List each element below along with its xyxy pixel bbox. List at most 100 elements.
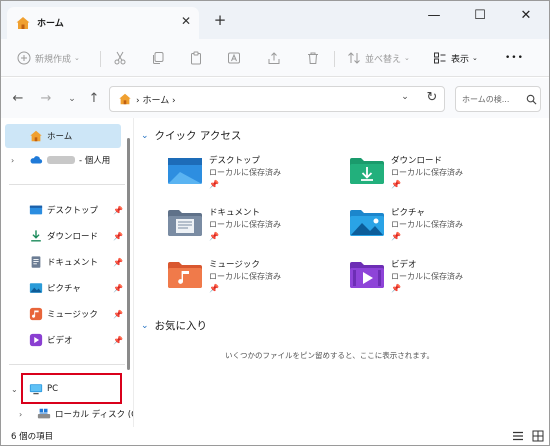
downloads-folder-icon — [350, 158, 384, 184]
divider — [100, 51, 101, 67]
cloud-icon — [30, 156, 43, 164]
sidebar-item-pictures[interactable]: ピクチャ 📌 — [5, 276, 123, 300]
share-icon — [268, 52, 280, 64]
pin-icon: 📌 — [113, 205, 123, 215]
chevron-down-icon[interactable]: ⌄ — [11, 385, 18, 394]
item-name: ピクチャ — [391, 208, 425, 218]
sidebar-item-downloads[interactable]: ダウンロード 📌 — [5, 224, 123, 248]
pin-icon: 📌 — [113, 231, 123, 241]
file-explorer-window: ホーム ✕ + — ☐ ✕ 新規作成 ⌄ 並べ替え ⌄ 表示 ⌄ ••• ← →… — [0, 0, 550, 446]
pictures-folder-icon — [350, 210, 384, 236]
download-icon — [31, 230, 41, 242]
tab-home[interactable]: ホーム ✕ — [7, 7, 199, 39]
sidebar-scrollbar-thumb[interactable] — [127, 138, 130, 370]
sidebar-item-home[interactable]: ホーム — [5, 124, 121, 148]
sidebar-item-label: ピクチャ — [47, 284, 81, 294]
sidebar-item-videos[interactable]: ビデオ 📌 — [5, 328, 123, 352]
videos-folder-icon — [350, 262, 384, 288]
share-button[interactable] — [267, 49, 281, 67]
sidebar-item-local-disk[interactable]: › ローカル ディスク (C — [5, 402, 133, 426]
sidebar-item-label: ダウンロード — [47, 232, 99, 242]
item-status: ローカルに保存済み — [209, 272, 281, 281]
rename-button[interactable] — [227, 49, 241, 67]
maximize-button[interactable]: ☐ — [457, 1, 503, 33]
sidebar-item-music[interactable]: ミュージック 📌 — [5, 302, 123, 326]
favorites-header[interactable]: ⌄ お気に入り — [141, 318, 207, 333]
sort-button[interactable]: 並べ替え ⌄ — [347, 49, 410, 67]
pictures-icon — [29, 283, 43, 293]
view-icon — [434, 52, 446, 64]
search-icon — [526, 94, 537, 105]
divider — [9, 364, 125, 365]
documents-icon — [31, 256, 41, 268]
quick-access-item-desktop[interactable]: デスクトップ ローカルに保存済み 📌 — [167, 154, 337, 200]
up-button[interactable]: ↑ — [85, 91, 103, 107]
new-button[interactable]: 新規作成 ⌄ — [17, 49, 80, 67]
forward-button[interactable]: → — [37, 91, 55, 107]
scissors-icon — [114, 51, 126, 65]
tiles-view-icon[interactable] — [531, 429, 545, 443]
quick-access-item-videos[interactable]: ビデオ ローカルに保存済み 📌 — [349, 258, 519, 304]
item-status: ローカルに保存済み — [391, 272, 463, 281]
cut-button[interactable] — [113, 49, 127, 67]
copy-button[interactable] — [151, 49, 165, 67]
sidebar-item-desktop[interactable]: デスクトップ 📌 — [5, 198, 123, 222]
address-history-chevron-icon[interactable]: ⌄ — [398, 92, 412, 102]
pin-icon: 📌 — [113, 283, 123, 293]
sort-label: 並べ替え — [365, 54, 402, 65]
tab-title: ホーム — [37, 19, 64, 29]
paste-button[interactable] — [189, 49, 203, 67]
breadcrumb[interactable]: › ホーム › — [136, 93, 176, 106]
pin-icon: 📌 — [209, 180, 219, 189]
quick-access-header[interactable]: ⌄ クイック アクセス — [141, 128, 241, 143]
trash-icon — [308, 52, 318, 64]
tab-close-button[interactable]: ✕ — [179, 14, 193, 28]
pin-icon: 📌 — [391, 232, 401, 241]
home-icon — [30, 130, 42, 142]
chevron-right-icon[interactable]: › — [19, 410, 22, 419]
sort-icon — [348, 52, 360, 64]
refresh-icon[interactable]: ↻ — [424, 90, 440, 105]
item-status: ローカルに保存済み — [209, 220, 281, 229]
search-input[interactable]: ホームの検... — [455, 86, 541, 112]
chevron-down-icon: ⌄ — [141, 320, 149, 331]
favorites-empty-message: いくつかのファイルをピン留めすると、ここに表示されます。 — [225, 351, 434, 360]
pin-icon: 📌 — [113, 335, 123, 345]
quick-access-item-documents[interactable]: ドキュメント ローカルに保存済み 📌 — [167, 206, 337, 252]
recent-locations-button[interactable]: ⌄ — [63, 91, 81, 107]
sidebar-item-label: ビデオ — [47, 336, 73, 346]
view-button[interactable]: 表示 ⌄ — [433, 49, 478, 67]
quick-access-item-downloads[interactable]: ダウンロード ローカルに保存済み 📌 — [349, 154, 519, 200]
status-bar: 6 個の項目 — [1, 427, 549, 445]
item-status: ローカルに保存済み — [391, 168, 463, 177]
quick-access-item-music[interactable]: ミュージック ローカルに保存済み 📌 — [167, 258, 337, 304]
desktop-icon — [29, 205, 43, 215]
details-view-icon[interactable] — [511, 429, 525, 443]
chevron-right-icon[interactable]: › — [11, 156, 14, 165]
item-status: ローカルに保存済み — [209, 168, 281, 177]
more-options-button[interactable]: ••• — [505, 49, 524, 67]
highlight-box — [21, 373, 122, 404]
clipboard-icon — [191, 51, 201, 65]
chevron-down-icon: ⌄ — [404, 54, 410, 62]
sidebar-item-label: ドキュメント — [47, 258, 99, 268]
delete-button[interactable] — [306, 49, 320, 67]
title-bar: ホーム ✕ + — ☐ ✕ — [1, 1, 549, 39]
rename-icon — [228, 52, 240, 64]
sidebar-item-documents[interactable]: ドキュメント 📌 — [5, 250, 123, 274]
copy-icon — [153, 52, 164, 64]
navigation-pane: ホーム › - 個人用 デスクトップ 📌 ダウンロード 📌 ドキュメント 📌 ピ… — [1, 118, 134, 427]
new-tab-button[interactable]: + — [211, 11, 229, 29]
close-window-button[interactable]: ✕ — [503, 1, 549, 33]
minimize-button[interactable]: — — [411, 1, 457, 33]
view-label: 表示 — [451, 54, 470, 65]
quick-access-item-pictures[interactable]: ピクチャ ローカルに保存済み 📌 — [349, 206, 519, 252]
chevron-down-icon: ⌄ — [74, 54, 80, 62]
desktop-folder-icon — [168, 158, 202, 184]
new-label: 新規作成 — [35, 54, 72, 65]
sidebar-item-onedrive[interactable]: › - 個人用 — [5, 148, 121, 172]
back-button[interactable]: ← — [9, 91, 27, 107]
address-bar[interactable]: › ホーム › ⌄ ↻ — [109, 86, 445, 112]
pin-icon: 📌 — [391, 284, 401, 293]
sidebar-item-label: デスクトップ — [47, 206, 99, 216]
